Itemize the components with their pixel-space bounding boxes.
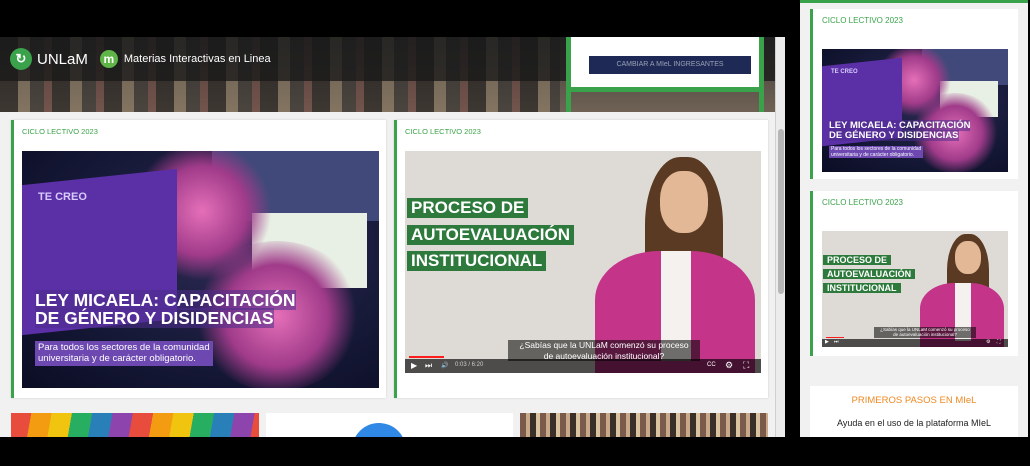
video-title: LEY MICAELA: CAPACITACIÓN DE GÉNERO Y DI…: [35, 290, 296, 329]
card-label: CICLO LECTIVO 2023: [405, 127, 481, 136]
news-card-blue[interactable]: [266, 413, 513, 437]
video-title-line3: INSTITUCIONAL: [407, 251, 547, 271]
video-subtitle-line2: universitaria y de carácter obligatorio.: [38, 353, 196, 365]
video-caption: ¿Sabías que la UNLaM comenzó su proceso …: [874, 327, 976, 338]
video-subtitle: Para todos los sectores de la comunidad …: [35, 341, 213, 366]
card-label: CICLO LECTIVO 2023: [822, 16, 903, 25]
play-icon[interactable]: ▶: [825, 339, 829, 345]
unlam-brand-text: UNLaM: [37, 50, 88, 68]
video-subtitle-line1: Para todos los sectores de la comunidad: [38, 342, 210, 353]
video-progress-bar[interactable]: [826, 337, 844, 338]
te-creo-tag: TE CREO: [831, 69, 858, 75]
video-time: 0:03 / 6:20: [455, 362, 484, 368]
ingresantes-box: CAMBIAR A MIeL INGRESANTES: [566, 37, 764, 92]
settings-icon[interactable]: ⚙: [725, 360, 733, 371]
video-caption-line1: ¿Sabías que la UNLaM comenzó su proceso: [880, 327, 970, 332]
card-label: CICLO LECTIVO 2023: [22, 127, 98, 136]
news-card-pencils-image[interactable]: [11, 413, 259, 437]
primeros-pasos-description: Ayuda en el uso de la plataforma MIeL: [837, 418, 991, 428]
unlam-logo-icon: ↻: [10, 48, 32, 70]
card-label: CICLO LECTIVO 2023: [822, 198, 903, 207]
main-browser-pane: ↻ UNLaM m Materias Interactivas en Linea…: [0, 37, 785, 437]
te-creo-tag: TE CREO: [38, 191, 87, 203]
main-scrollbar-thumb[interactable]: [778, 129, 784, 294]
news-card-auditorium-image[interactable]: [520, 413, 768, 437]
fullscreen-icon[interactable]: ⛶: [743, 360, 749, 371]
main-scrollbar[interactable]: [775, 37, 785, 437]
fullscreen-icon[interactable]: ⛶: [997, 339, 1001, 345]
volume-icon[interactable]: 🔊: [441, 362, 448, 369]
video-title-line1: LEY MICAELA: CAPACITACIÓN: [35, 290, 296, 310]
news-card-autoevaluacion[interactable]: CICLO LECTIVO 2023 PROCESO DE AUTOEVALUA…: [394, 120, 768, 398]
video-caption-line2: de autoevaluación institucional?: [893, 332, 957, 338]
primeros-pasos-card[interactable]: PRIMEROS PASOS EN MIeL Ayuda en el uso d…: [810, 386, 1018, 437]
video-thumbnail-ley-micaela[interactable]: TE CREO LEY MICAELA: CAPACITACIÓN DE GÉN…: [22, 151, 379, 388]
presenter-face: [955, 241, 981, 274]
video-title-line1: PROCESO DE: [823, 255, 892, 265]
video-title-line3: INSTITUCIONAL: [823, 283, 901, 293]
news-card-ley-micaela[interactable]: CICLO LECTIVO 2023 TE CREO LEY MICAELA: …: [11, 120, 386, 398]
presenter-face: [660, 171, 708, 233]
captions-icon[interactable]: CC: [707, 362, 716, 368]
video-player-autoevaluacion[interactable]: PROCESO DE AUTOEVALUACIÓN INSTITUCIONAL …: [405, 151, 761, 373]
video-thumbnail-ley-micaela[interactable]: TE CREO LEY MICAELA: CAPACITACIÓN DE GÉN…: [822, 49, 1008, 172]
video-controls: ▶ ⏭ ⚙ ⛶: [822, 337, 1008, 347]
settings-icon[interactable]: ⚙: [986, 339, 990, 345]
video-title-line2: DE GÉNERO Y DISIDENCIAS: [35, 308, 274, 329]
blue-circle-image: [352, 423, 406, 437]
screen: ↻ UNLaM m Materias Interactivas en Linea…: [0, 0, 1030, 466]
video-player-autoevaluacion[interactable]: PROCESO DE AUTOEVALUACIÓN INSTITUCIONAL …: [822, 231, 1008, 347]
video-title: LEY MICAELA: CAPACITACIÓN DE GÉNERO Y DI…: [829, 120, 971, 141]
video-subtitle-line2: universitaria y de carácter obligatorio.: [831, 152, 915, 158]
video-caption-line1: ¿Sabías que la UNLaM comenzó su proceso: [519, 340, 689, 350]
video-progress-bar[interactable]: [409, 356, 444, 358]
unlam-logo[interactable]: ↻ UNLaM: [10, 48, 88, 70]
side-browser-pane: CICLO LECTIVO 2023 TE CREO LEY MICAELA: …: [800, 0, 1028, 437]
side-top-accent: [800, 0, 1028, 3]
next-icon[interactable]: ⏭: [425, 361, 432, 371]
video-title-line2: DE GÉNERO Y DISIDENCIAS: [829, 129, 959, 141]
miel-app-name: Materias Interactivas en Linea: [123, 53, 271, 65]
ingresantes-box-border: [566, 92, 764, 112]
video-controls: ▶ ⏭ 🔊 0:03 / 6:20 CC ⚙ ⛶: [405, 356, 761, 373]
miel-logo[interactable]: m Materias Interactivas en Linea: [99, 50, 271, 68]
video-title-line1: PROCESO DE: [407, 198, 529, 218]
side-card-ley-micaela[interactable]: CICLO LECTIVO 2023 TE CREO LEY MICAELA: …: [810, 9, 1018, 179]
play-icon[interactable]: ▶: [411, 361, 417, 370]
miel-icon: m: [99, 50, 118, 68]
video-title-line2: AUTOEVALUACIÓN: [407, 225, 574, 245]
switch-to-ingresantes-button[interactable]: CAMBIAR A MIeL INGRESANTES: [589, 56, 751, 74]
next-icon[interactable]: ⏭: [834, 339, 839, 345]
video-subtitle: Para todos los sectores de la comunidad …: [829, 146, 924, 158]
video-title-line2: AUTOEVALUACIÓN: [823, 269, 916, 279]
primeros-pasos-title[interactable]: PRIMEROS PASOS EN MIeL: [810, 395, 1018, 406]
side-card-autoevaluacion[interactable]: CICLO LECTIVO 2023 PROCESO DE AUTOEVALUA…: [810, 191, 1018, 356]
